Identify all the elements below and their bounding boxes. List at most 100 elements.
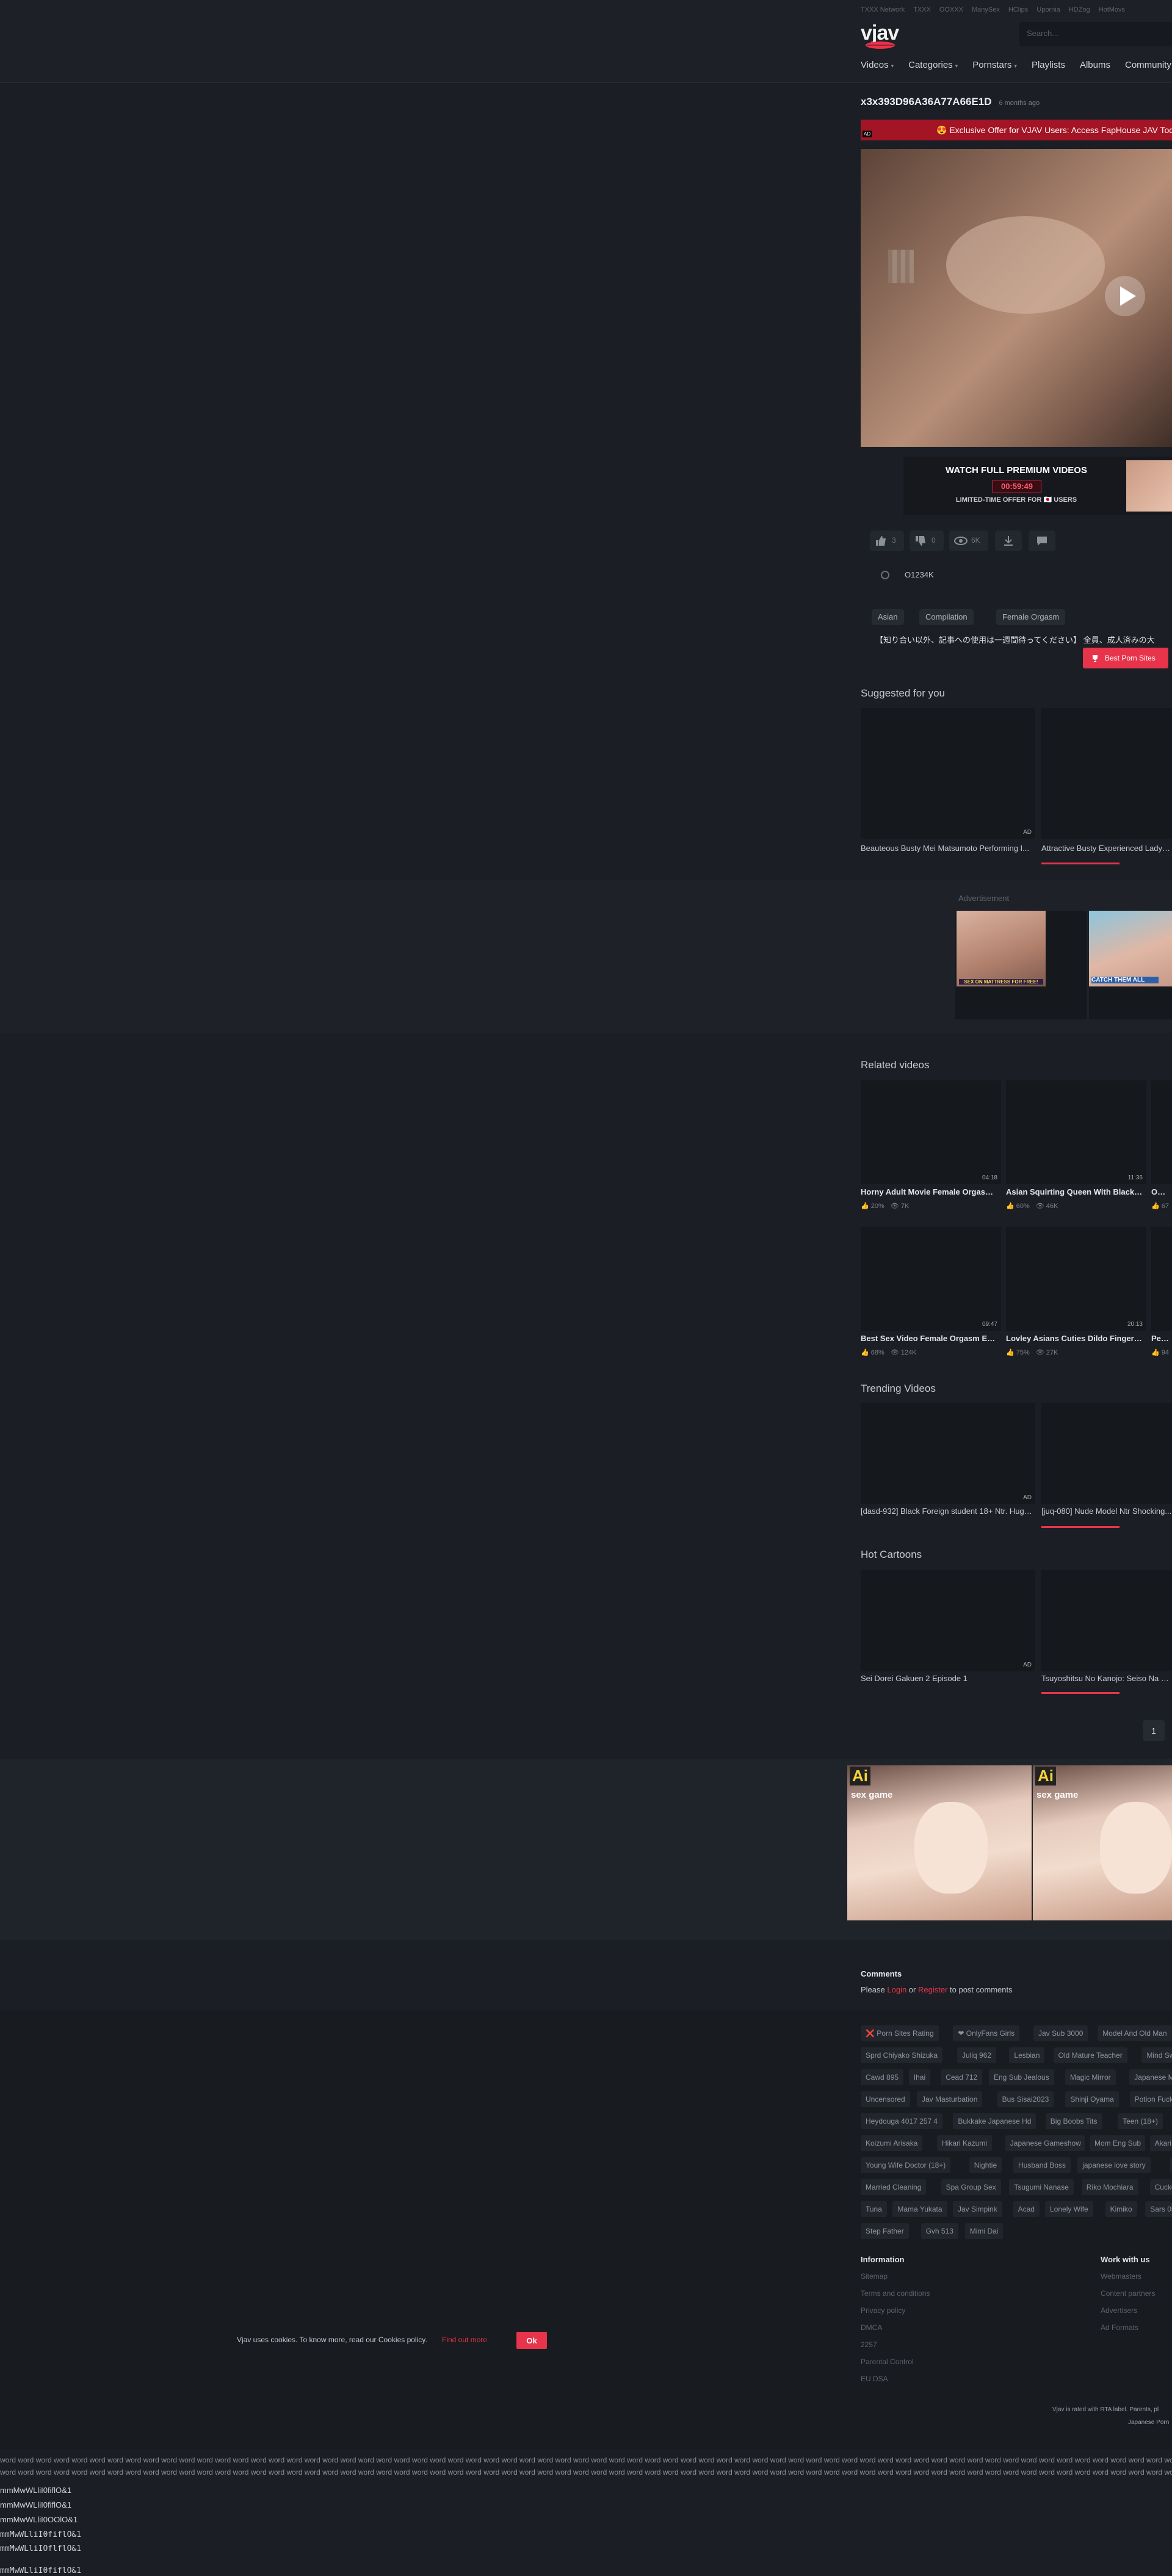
footer-tag[interactable]: Akari [1149, 2135, 1172, 2151]
footer-tag[interactable]: Mom Eng Sub [1090, 2135, 1145, 2151]
nav-item-playlists[interactable]: Playlists [1032, 60, 1065, 70]
nav-item-categories[interactable]: Categories ▾ [908, 60, 958, 70]
network-link[interactable]: HClips [1008, 6, 1028, 13]
trending-thumb-2[interactable] [1041, 1403, 1172, 1504]
footer-tag[interactable]: Spa Group Sex [941, 2179, 1001, 2195]
trending-title-2[interactable]: [juq-080] Nude Model Ntr Shocking... [1041, 1507, 1172, 1516]
cookie-link[interactable]: Find out more [442, 2335, 487, 2344]
footer-tag[interactable]: ❤ OnlyFans Girls [953, 2025, 1020, 2041]
video-tag[interactable]: Compilation [919, 609, 974, 625]
banner-ad-1[interactable]: Ai sex game [847, 1765, 1032, 1920]
footer-tag[interactable]: Heydouga 4017 257 4 [861, 2113, 943, 2129]
cartoon-thumb-1[interactable]: AD [861, 1570, 1035, 1671]
info-link[interactable]: Privacy policy [861, 2306, 905, 2315]
trending-title-1[interactable]: [dasd-932] Black Foreign student 18+ Ntr… [861, 1507, 1034, 1516]
footer-tag[interactable]: Kimiko [1105, 2201, 1137, 2217]
like-button[interactable]: 3 [870, 530, 904, 551]
best-porn-sites-button[interactable]: Best Porn Sites [1083, 648, 1168, 668]
site-logo[interactable]: vjav [861, 22, 901, 49]
network-link[interactable]: Upornia [1036, 6, 1060, 13]
info-link[interactable]: Sitemap [861, 2272, 888, 2281]
footer-tag[interactable]: Teen (18+) [1118, 2113, 1163, 2129]
suggested-title-1[interactable]: Beauteous Busty Mei Matsumoto Performing… [861, 844, 1034, 853]
search-box[interactable]: Search... [1019, 22, 1172, 46]
download-button[interactable] [995, 530, 1022, 551]
footer-tag[interactable]: Acad [1013, 2201, 1040, 2217]
footer-tag[interactable]: japanese love story [1077, 2157, 1151, 2173]
related-title[interactable]: Best Sex Video Female Orgasm Excl... [861, 1334, 999, 1343]
footer-tag[interactable]: Sprd Chiyako Shizuka [861, 2047, 943, 2063]
ad-slot-2[interactable]: CATCH THEM ALL [1089, 911, 1172, 1019]
cookie-ok-button[interactable]: Ok [516, 2332, 547, 2349]
footer-tag[interactable]: Jav Sub 3000 [1033, 2025, 1088, 2041]
related-title[interactable]: Asian Squirting Queen With Black S... [1006, 1187, 1144, 1196]
suggested-thumb-1[interactable]: AD [861, 708, 1035, 839]
footer-tag[interactable]: Japanese Mom [1129, 2069, 1172, 2085]
footer-tag[interactable]: ❌ Porn Sites Rating [861, 2025, 939, 2041]
network-link[interactable]: OOXXX [939, 6, 963, 13]
footer-tag[interactable]: Old Mature Teacher [1053, 2047, 1127, 2063]
nav-item-pornstars[interactable]: Pornstars ▾ [972, 60, 1017, 70]
footer-tag[interactable]: Mimi Dai [964, 2223, 1004, 2239]
footer-tag[interactable]: Big Boobs Tits [1045, 2113, 1102, 2129]
related-thumb[interactable] [1151, 1227, 1172, 1331]
network-link[interactable]: TXXX Network [861, 6, 905, 13]
network-link[interactable]: HDZog [1069, 6, 1090, 13]
info-link[interactable]: Terms and conditions [861, 2289, 930, 2298]
footer-tag[interactable]: Potion Fuck [1129, 2091, 1172, 2107]
footer-tag[interactable]: Cuckold [1149, 2179, 1172, 2195]
footer-tag[interactable]: Koizumi Arisaka [861, 2135, 923, 2151]
footer-tag[interactable]: Gvh 513 [921, 2223, 958, 2239]
info-link[interactable]: 2257 [861, 2340, 877, 2349]
footer-tag[interactable]: Ihai [908, 2069, 931, 2085]
footer-tag[interactable]: Uncensored [861, 2091, 910, 2107]
login-link[interactable]: Login [887, 1985, 906, 1994]
footer-tag[interactable]: Jav Masturbation [917, 2091, 983, 2107]
video-player[interactable] [861, 149, 1172, 447]
related-thumb[interactable]: 20:13 [1006, 1227, 1146, 1331]
premium-banner[interactable]: WATCH FULL PREMIUM VIDEOS 00:59:49 LIMIT… [903, 457, 1172, 515]
work-link[interactable]: Webmasters [1101, 2272, 1141, 2281]
nav-item-community[interactable]: Community [1125, 60, 1171, 70]
related-thumb[interactable] [1151, 1080, 1172, 1184]
footer-tag[interactable]: Mama Yukata [892, 2201, 947, 2217]
promo-bar[interactable]: AD 😍 Exclusive Offer for VJAV Users: Acc… [861, 120, 1172, 140]
info-link[interactable]: DMCA [861, 2323, 882, 2332]
related-thumb[interactable]: 09:47 [861, 1227, 1001, 1331]
video-tag[interactable]: Asian [872, 609, 904, 625]
related-title[interactable]: Our F... [1151, 1187, 1170, 1196]
work-link[interactable]: Content partners [1101, 2289, 1155, 2298]
footer-tag[interactable]: Mind Swap [1141, 2047, 1172, 2063]
footer-tag[interactable]: Tuna [861, 2201, 887, 2217]
footer-tag[interactable]: Riko Mochiara [1081, 2179, 1138, 2195]
ad-slot-1[interactable]: SEX ON MATTRESS FOR FREE! [955, 911, 1087, 1019]
uploader-row[interactable]: O1234K [877, 568, 999, 582]
footer-tag[interactable]: Nightie [969, 2157, 1002, 2173]
suggested-title-2[interactable]: Attractive Busty Experienced Lady Rei... [1041, 844, 1172, 853]
related-title[interactable]: Perso... [1151, 1334, 1170, 1343]
footer-tag[interactable]: Cead 712 [941, 2069, 983, 2085]
footer-tag[interactable]: Hikari Kazumi [937, 2135, 993, 2151]
footer-tag[interactable]: Lonely Wife [1045, 2201, 1093, 2217]
footer-tag[interactable]: Lesbian [1009, 2047, 1045, 2063]
trending-thumb-1[interactable]: AD [861, 1403, 1035, 1504]
footer-tag[interactable]: Juliq 962 [957, 2047, 997, 2063]
footer-tag[interactable]: Bus Sisai2023 [997, 2091, 1054, 2107]
page-button-1[interactable]: 1 [1143, 1720, 1165, 1741]
suggested-thumb-2[interactable] [1041, 708, 1172, 839]
banner-ad-2[interactable]: Ai sex game [1033, 1765, 1172, 1920]
dislike-button[interactable]: 0 [910, 530, 944, 551]
cartoon-title-1[interactable]: Sei Dorei Gakuen 2 Episode 1 [861, 1674, 1034, 1683]
network-link[interactable]: TXXX [913, 6, 931, 13]
work-link[interactable]: Ad Formats [1101, 2323, 1138, 2332]
footer-tag[interactable]: Step Father [861, 2223, 909, 2239]
cartoon-thumb-2[interactable] [1041, 1570, 1172, 1671]
footer-tag[interactable]: Shinji Oyama [1065, 2091, 1119, 2107]
network-link[interactable]: HotMovs [1099, 6, 1125, 13]
footer-tag[interactable]: Bukkake Japanese Hd [953, 2113, 1036, 2129]
comment-button[interactable] [1029, 530, 1055, 551]
related-thumb[interactable]: 11:36 [1006, 1080, 1146, 1184]
info-link[interactable]: Parental Control [861, 2357, 914, 2366]
footer-tag[interactable]: Magic Mirror [1065, 2069, 1116, 2085]
nav-item-videos[interactable]: Videos ▾ [861, 60, 894, 70]
